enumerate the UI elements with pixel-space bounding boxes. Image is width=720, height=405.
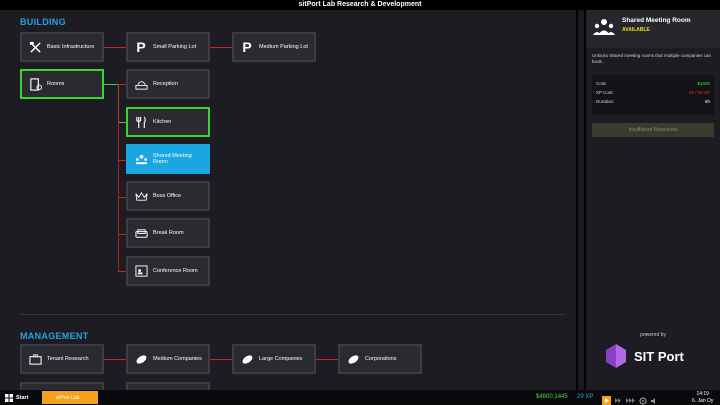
node-partially-visible[interactable] — [20, 382, 104, 390]
sofa-icon — [134, 226, 148, 240]
node-conference-room[interactable]: Conference Room — [126, 256, 210, 286]
section-divider — [20, 314, 566, 315]
node-kitchen[interactable]: Kitchen — [126, 107, 210, 137]
node-basic-infrastructure[interactable]: Basic Infrastructure — [20, 32, 104, 62]
gear-icon[interactable] — [639, 392, 647, 405]
node-partially-visible[interactable] — [126, 382, 210, 390]
speaker-icon[interactable] — [650, 392, 658, 405]
parking-icon: P — [242, 39, 252, 55]
node-large-companies[interactable]: Large Companies — [232, 344, 316, 374]
node-boss-office[interactable]: Boss Office — [126, 181, 210, 211]
node-rooms[interactable]: Rooms — [20, 69, 104, 99]
sitport-logo: SIT Port — [604, 342, 704, 370]
node-medium-companies[interactable]: Medium Companies — [126, 344, 210, 374]
node-shared-meeting-room[interactable]: Shared Meeting Room — [126, 144, 210, 174]
pill-icon — [134, 352, 148, 366]
node-corporations[interactable]: Corporations — [338, 344, 422, 374]
xp-cost-value: 50 / 29 XP — [688, 90, 710, 95]
money-display: $4800.1445 — [536, 394, 568, 400]
node-small-parking-lot[interactable]: P Small Parking Lot — [126, 32, 210, 62]
xp-display: 29 XP — [577, 394, 594, 400]
taskbar-app-sitport-lab[interactable]: sitPort Lab — [41, 391, 98, 404]
fast-forward-icon[interactable] — [614, 392, 623, 405]
window-title: sitPort Lab Research & Development — [0, 0, 720, 10]
section-title-building: BUILDING — [20, 17, 66, 27]
duration-value: 6h — [704, 99, 710, 104]
section-title-management: MANAGEMENT — [20, 331, 89, 341]
start-button[interactable]: Start — [0, 390, 34, 405]
door-icon — [28, 77, 42, 91]
status-badge: AVAILABLE — [622, 27, 650, 33]
cost-table: Cost: $1000 XP Cost: 50 / 29 XP Duration: 6… — [592, 75, 714, 115]
pill-icon — [346, 352, 360, 366]
insufficient-resources-button[interactable]: Insufficient Resources — [592, 123, 714, 137]
node-medium-parking-lot[interactable]: P Medium Parking Lot — [232, 32, 316, 62]
briefcase-icon — [28, 352, 42, 366]
crown-icon — [134, 189, 148, 203]
taskbar: Start sitPort Lab $4800.1445 29 XP 14:19… — [0, 390, 720, 405]
research-tree: BUILDING Basic Infrastructure P Small Pa… — [0, 10, 576, 390]
reception-desk-icon — [134, 77, 148, 91]
parking-icon: P — [136, 39, 146, 55]
faster-forward-icon[interactable] — [626, 392, 636, 405]
meeting-people-icon — [134, 152, 148, 166]
tree-scrollbar[interactable] — [578, 10, 584, 390]
detail-description: Unlocks shared meeting rooms that multip… — [592, 53, 712, 64]
node-break-room[interactable]: Break Room — [126, 218, 210, 248]
detail-header: Shared Meeting Room AVAILABLE — [586, 10, 720, 48]
meeting-people-icon — [593, 17, 615, 42]
node-tenant-research[interactable]: Tenant Research — [20, 344, 104, 374]
powered-by-label: powered by — [640, 332, 666, 338]
cutlery-icon — [134, 115, 148, 129]
tools-icon — [28, 40, 42, 54]
pill-icon — [240, 352, 254, 366]
play-icon[interactable] — [602, 392, 611, 405]
cost-value: $1000 — [697, 81, 710, 86]
sitport-logo-icon — [606, 344, 626, 368]
windows-icon — [5, 393, 13, 402]
presentation-icon — [134, 264, 148, 278]
detail-title: Shared Meeting Room — [622, 17, 691, 24]
detail-panel: Shared Meeting Room AVAILABLE Unlocks sh… — [586, 10, 720, 390]
clock: 14:19 6. Jan Oy — [692, 391, 714, 404]
node-reception[interactable]: Reception — [126, 69, 210, 99]
